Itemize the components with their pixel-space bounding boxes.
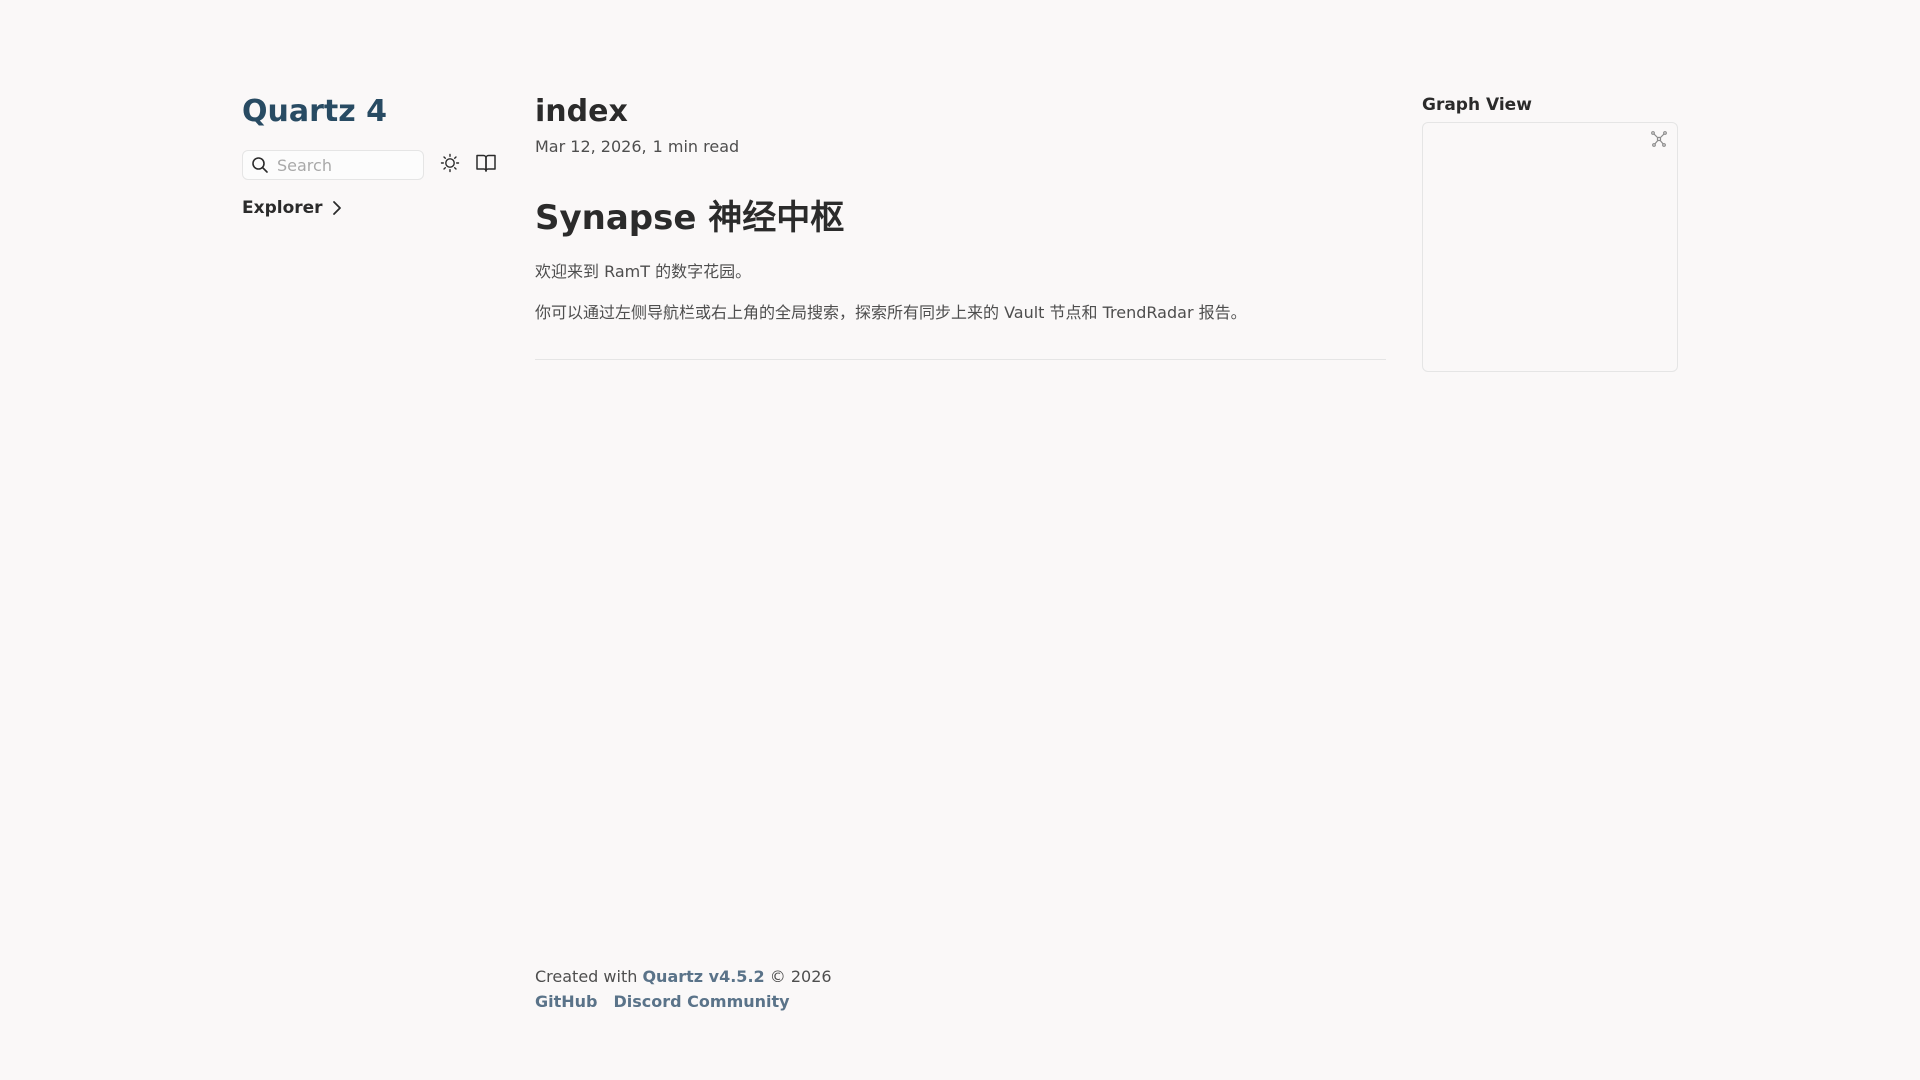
left-sidebar: Quartz 4 Search Explorer	[242, 90, 502, 218]
paragraph: 你可以通过左侧导航栏或右上角的全局搜索，探索所有同步上来的 Vault 节点和 …	[535, 303, 1247, 322]
explorer-toggle[interactable]: Explorer	[242, 198, 502, 218]
explorer-label: Explorer	[242, 198, 323, 218]
right-sidebar: Graph View	[1422, 94, 1678, 372]
footer-copyright: © 2026	[769, 967, 832, 986]
book-icon	[475, 153, 497, 177]
footer-credit: Created with Quartz v4.5.2 © 2026	[535, 965, 1235, 989]
meta-separator: ,	[641, 137, 647, 156]
main-content: index Mar 12, 2026, 1 min read Synapse 神经…	[535, 90, 1386, 368]
article-heading: Synapse 神经中枢	[535, 198, 845, 238]
github-link[interactable]: GitHub	[535, 990, 598, 1014]
discord-link[interactable]: Discord Community	[614, 990, 790, 1014]
publish-date: Mar 12, 2026	[535, 137, 642, 156]
paragraph: 欢迎来到 RamT 的数字花园。	[535, 262, 752, 281]
footer: Created with Quartz v4.5.2 © 2026 GitHub…	[535, 965, 1235, 1014]
search-button[interactable]: Search	[242, 150, 424, 180]
read-time: 1 min read	[652, 137, 740, 156]
quartz-link[interactable]: Quartz v4.5.2	[642, 967, 764, 986]
sidebar-tools: Search	[242, 150, 502, 180]
footer-links: GitHub Discord Community	[535, 990, 1235, 1014]
page: Quartz 4 Search Explorer index Mar 12, 2…	[0, 0, 1920, 1080]
global-graph-icon	[1650, 130, 1668, 152]
content-meta: Mar 12, 2026, 1 min read	[535, 136, 1386, 158]
site-title[interactable]: Quartz 4	[242, 90, 502, 134]
content-divider	[535, 359, 1386, 360]
search-icon	[251, 156, 269, 174]
sun-icon	[440, 153, 460, 177]
reader-mode-button[interactable]	[472, 151, 500, 179]
graph-view-canvas[interactable]	[1422, 122, 1678, 372]
page-title: index	[535, 94, 628, 129]
global-graph-button[interactable]	[1649, 131, 1669, 151]
chevron-right-icon	[331, 200, 343, 216]
theme-toggle-button[interactable]	[436, 151, 464, 179]
graph-view-title: Graph View	[1422, 95, 1532, 115]
search-placeholder: Search	[277, 155, 332, 175]
footer-created-prefix: Created with	[535, 967, 638, 986]
